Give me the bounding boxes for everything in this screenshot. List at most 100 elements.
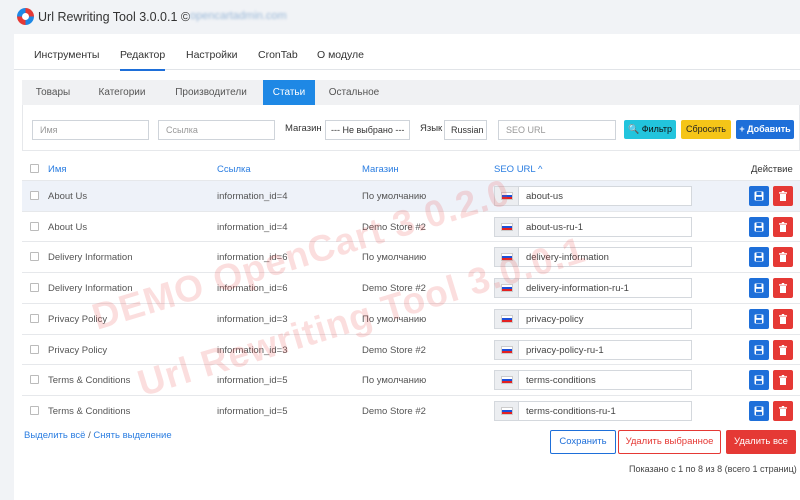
language-flag bbox=[495, 309, 519, 328]
seo-url-value: about-us bbox=[526, 191, 563, 202]
subtab-articles[interactable]: Статьи bbox=[263, 80, 315, 105]
row-checkbox[interactable] bbox=[30, 252, 39, 262]
seo-url-input[interactable]: about-us-ru-1 bbox=[494, 216, 692, 237]
row-checkbox[interactable] bbox=[30, 283, 39, 293]
seo-url-input[interactable]: privacy-policy bbox=[494, 308, 692, 329]
filter-button[interactable]: 🔍 Фильтр bbox=[624, 120, 676, 139]
reset-button[interactable]: Сбросить bbox=[681, 120, 731, 139]
table-row: About Us information_id=4 По умолчанию abou… bbox=[22, 180, 800, 211]
col-seo-header[interactable]: SEO URL ^ bbox=[494, 164, 542, 175]
row-delete-button[interactable] bbox=[773, 308, 793, 329]
row-store: Demo Store #2 bbox=[362, 344, 426, 356]
row-delete-button[interactable] bbox=[773, 400, 793, 421]
tab-about[interactable]: О модуле bbox=[317, 49, 364, 69]
tab-crontab[interactable]: CronTab bbox=[258, 49, 298, 69]
row-name: About Us bbox=[48, 191, 88, 202]
sub-tabs: Товары Категории Производители Статьи Ос… bbox=[22, 80, 800, 105]
row-link: information_id=5 bbox=[217, 405, 288, 417]
seo-url-input[interactable]: terms-conditions-ru-1 bbox=[494, 400, 692, 421]
lang-filter-select[interactable]: Russian bbox=[444, 120, 487, 140]
row-delete-button[interactable] bbox=[773, 370, 793, 391]
ru-flag-icon bbox=[501, 345, 513, 354]
subtab-categories[interactable]: Категории bbox=[87, 80, 157, 105]
seo-url-input[interactable]: about-us bbox=[494, 186, 692, 206]
row-save-button[interactable] bbox=[749, 370, 769, 391]
select-all-link[interactable]: Выделить всё bbox=[24, 430, 85, 441]
table-row: Terms & Conditions information_id=5 Demo S… bbox=[22, 394, 800, 426]
row-save-button[interactable] bbox=[749, 247, 769, 268]
language-flag bbox=[495, 217, 519, 236]
col-store-header[interactable]: Магазин bbox=[362, 164, 399, 175]
seo-url-input[interactable]: terms-conditions bbox=[494, 370, 692, 391]
seo-url-input[interactable]: privacy-policy-ru-1 bbox=[494, 339, 692, 360]
row-checkbox[interactable] bbox=[30, 405, 39, 415]
seo-url-input[interactable]: delivery-information-ru-1 bbox=[494, 278, 692, 299]
row-save-button[interactable] bbox=[749, 278, 769, 299]
row-link: information_id=3 bbox=[217, 313, 288, 325]
ru-flag-icon bbox=[501, 222, 513, 231]
subtab-manufacturers[interactable]: Производители bbox=[167, 80, 255, 105]
delete-selected-button[interactable]: Удалить выбранное bbox=[618, 430, 721, 454]
add-button-label: Добавить bbox=[747, 124, 791, 134]
ru-flag-icon bbox=[501, 253, 513, 262]
tab-editor[interactable]: Редактор bbox=[120, 49, 166, 71]
row-name: Terms & Conditions bbox=[48, 375, 131, 387]
row-store: По умолчанию bbox=[362, 375, 427, 387]
row-checkbox[interactable] bbox=[30, 375, 39, 385]
row-checkbox[interactable] bbox=[30, 313, 39, 323]
ru-flag-icon bbox=[501, 406, 513, 415]
app-url[interactable]: opencartadmin.com bbox=[190, 10, 287, 22]
row-save-button[interactable] bbox=[749, 308, 769, 329]
row-name: Delivery Information bbox=[48, 283, 133, 295]
row-store: По умолчанию bbox=[362, 313, 427, 325]
tab-settings[interactable]: Настройки bbox=[186, 49, 238, 69]
row-delete-button[interactable] bbox=[773, 339, 793, 360]
table-row: Privacy Policy information_id=3 По умолчан… bbox=[22, 302, 800, 334]
seo-url-input[interactable]: delivery-information bbox=[494, 247, 692, 268]
row-save-button[interactable] bbox=[749, 400, 769, 421]
col-link-header[interactable]: Ссылка bbox=[217, 164, 251, 175]
row-link: information_id=6 bbox=[217, 283, 288, 295]
ru-flag-icon bbox=[501, 314, 513, 323]
name-filter-input[interactable]: Имя bbox=[32, 120, 149, 140]
row-save-button[interactable] bbox=[749, 186, 769, 206]
main-panel: Инструменты Редактор Настройки CronTab О… bbox=[14, 34, 800, 500]
row-delete-button[interactable] bbox=[773, 278, 793, 299]
row-delete-button[interactable] bbox=[773, 186, 793, 206]
delete-all-button[interactable]: Удалить все bbox=[726, 430, 796, 454]
selection-separator: / bbox=[88, 430, 91, 441]
row-save-button[interactable] bbox=[749, 339, 769, 360]
store-filter-select[interactable]: --- Не выбрано --- bbox=[325, 120, 410, 140]
col-name-header[interactable]: Имя bbox=[48, 164, 67, 175]
language-flag bbox=[495, 248, 519, 267]
subtab-products[interactable]: Товары bbox=[27, 80, 79, 105]
add-button[interactable]: + Добавить bbox=[736, 120, 794, 139]
save-button[interactable]: Сохранить bbox=[550, 430, 616, 454]
select-all-checkbox[interactable] bbox=[30, 164, 39, 173]
ru-flag-icon bbox=[501, 284, 513, 293]
row-delete-button[interactable] bbox=[773, 216, 793, 237]
row-delete-button[interactable] bbox=[773, 247, 793, 268]
row-name: Privacy Policy bbox=[48, 344, 108, 356]
language-flag bbox=[495, 279, 519, 298]
row-store: Demo Store #2 bbox=[362, 221, 426, 233]
row-link: information_id=4 bbox=[217, 191, 288, 202]
main-tabs: Инструменты Редактор Настройки CronTab О… bbox=[14, 34, 800, 71]
row-store: Demo Store #2 bbox=[362, 405, 426, 417]
row-checkbox[interactable] bbox=[30, 191, 39, 200]
app-logo-icon bbox=[17, 8, 34, 25]
row-name: Privacy Policy bbox=[48, 313, 108, 325]
seo-filter-input[interactable]: SEO URL bbox=[498, 120, 616, 140]
app-header: Url Rewriting Tool 3.0.0.1 © opencartadm… bbox=[0, 0, 800, 34]
seo-url-value: terms-conditions bbox=[526, 375, 596, 387]
deselect-all-link[interactable]: Снять выделение bbox=[93, 430, 171, 441]
table-row: Delivery Information information_id=6 По у… bbox=[22, 241, 800, 272]
row-checkbox[interactable] bbox=[30, 221, 39, 231]
tab-tools[interactable]: Инструменты bbox=[34, 49, 99, 69]
row-save-button[interactable] bbox=[749, 216, 769, 237]
row-checkbox[interactable] bbox=[30, 344, 39, 354]
seo-url-value: terms-conditions-ru-1 bbox=[526, 405, 616, 417]
row-name: Delivery Information bbox=[48, 252, 133, 264]
subtab-other[interactable]: Остальное bbox=[321, 80, 387, 105]
link-filter-input[interactable]: Ссылка bbox=[158, 120, 275, 140]
